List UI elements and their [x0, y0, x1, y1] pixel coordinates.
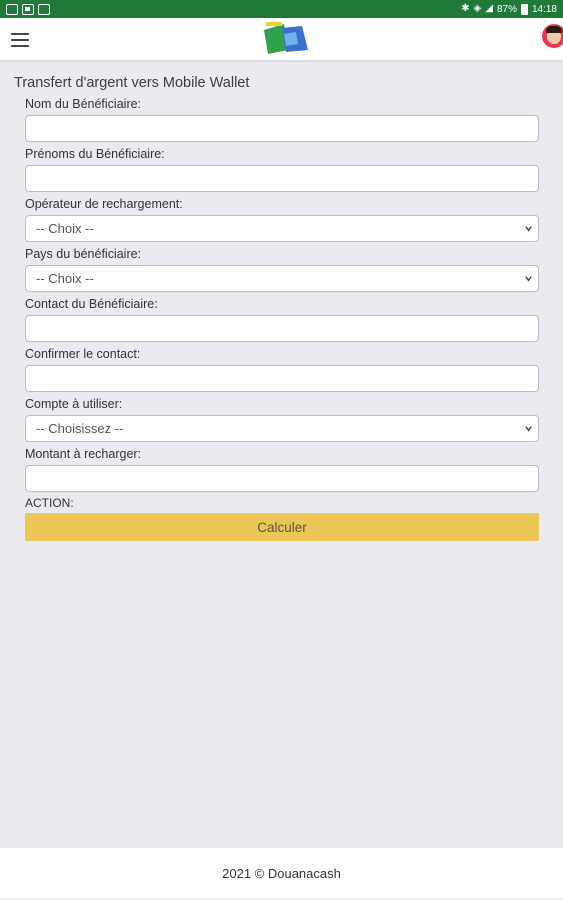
montant-label: Montant à recharger: [25, 447, 142, 461]
chevron-down-icon [525, 426, 532, 432]
action-label: ACTION: [25, 496, 74, 510]
app-bar [0, 18, 563, 60]
operateur-label: Opérateur de rechargement: [25, 197, 183, 211]
calculer-button[interactable]: Calculer [25, 513, 539, 541]
pays-select[interactable]: -- Choix -- [25, 265, 539, 292]
confirm-contact-input[interactable] [25, 365, 539, 392]
footer: 2021 © Douanacash [0, 848, 563, 898]
pays-select-value: -- Choix -- [36, 271, 94, 286]
chevron-down-icon [525, 226, 532, 232]
status-bar: ✱ ◈ ◢ 87% 14:18 [0, 0, 563, 18]
confirm-contact-label: Confirmer le contact: [25, 347, 141, 361]
transfer-form: Nom du Bénéficiaire: Prénoms du Bénéfici… [25, 95, 539, 541]
contact-input[interactable] [25, 315, 539, 342]
shield-icon [38, 3, 50, 15]
avatar-hair [546, 26, 562, 33]
wifi-icon: ◈ [473, 3, 482, 14]
prenoms-label: Prénoms du Bénéficiaire: [25, 147, 165, 161]
operateur-select-value: -- Choix -- [36, 221, 94, 236]
footer-copyright: 2021 © Douanacash [222, 865, 341, 881]
chevron-down-icon [525, 276, 532, 282]
pays-label: Pays du bénéficiaire: [25, 247, 142, 261]
main-content: Transfert d'argent vers Mobile Wallet No… [0, 60, 563, 848]
user-avatar[interactable] [542, 24, 563, 48]
status-system: ✱ ◈ ◢ 87% 14:18 [461, 3, 557, 15]
operateur-select[interactable]: -- Choix -- [25, 215, 539, 242]
battery-level: 87% [496, 3, 517, 15]
bluetooth-icon: ✱ [461, 3, 470, 14]
nom-input[interactable] [25, 115, 539, 142]
signal-icon: ◢ [485, 3, 493, 14]
image-icon [22, 3, 34, 15]
montant-input[interactable] [25, 465, 539, 492]
nom-label: Nom du Bénéficiaire: [25, 97, 142, 111]
compte-label: Compte à utiliser: [25, 397, 123, 411]
app-logo[interactable] [262, 20, 312, 58]
contact-label: Contact du Bénéficiaire: [25, 297, 158, 311]
notification-s-icon [6, 3, 18, 15]
hamburger-icon[interactable] [11, 33, 29, 47]
status-notifications [6, 3, 50, 15]
page-title: Transfert d'argent vers Mobile Wallet [14, 75, 250, 91]
battery-icon [520, 3, 528, 15]
compte-select[interactable]: -- Choisissez -- [25, 415, 539, 442]
prenoms-input[interactable] [25, 165, 539, 192]
clock: 14:18 [531, 3, 557, 15]
compte-select-value: -- Choisissez -- [36, 421, 124, 436]
